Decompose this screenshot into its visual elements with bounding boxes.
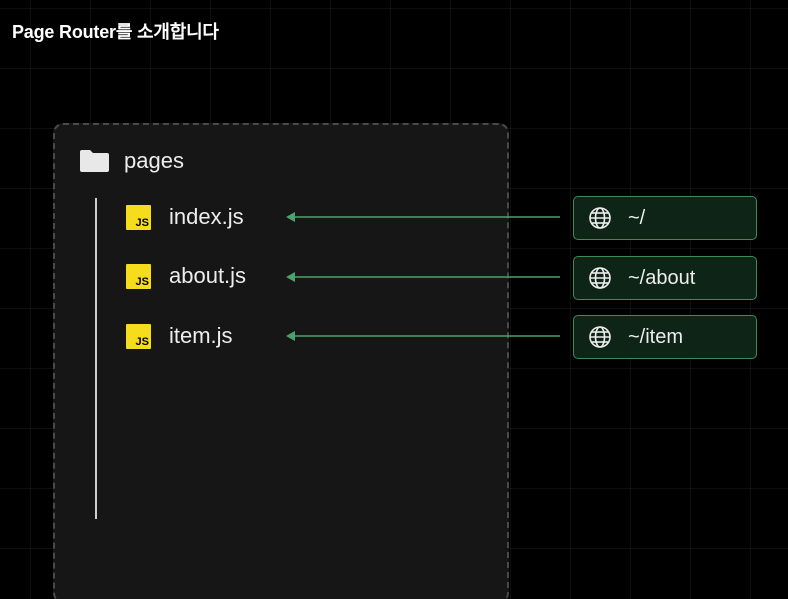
- folder-icon: [79, 149, 110, 173]
- file-index-js: JS index.js: [126, 204, 244, 230]
- route-label: ~/item: [628, 325, 684, 348]
- page-title: Page Router를 소개합니다: [12, 22, 219, 42]
- file-label: index.js: [169, 204, 244, 229]
- route-label: ~/about: [628, 266, 696, 289]
- file-label: about.js: [169, 263, 247, 288]
- route-label: ~/: [628, 206, 646, 229]
- js-icon-text: JS: [135, 216, 149, 229]
- route-about: ~/about: [573, 256, 757, 300]
- file-item-js: JS item.js: [126, 323, 233, 349]
- folder-label: pages: [124, 148, 184, 173]
- pages-folder: pages: [79, 148, 184, 174]
- tree-connector-line: [95, 198, 97, 519]
- pages-folder-panel: [53, 123, 509, 599]
- file-about-js: JS about.js: [126, 263, 246, 289]
- file-label: item.js: [169, 323, 233, 348]
- route-root: ~/: [573, 196, 757, 240]
- diagram-canvas: Page Router를 소개합니다 pages JS index.js JS …: [0, 0, 788, 599]
- globe-icon: [588, 206, 612, 230]
- globe-icon: [588, 266, 612, 290]
- globe-icon: [588, 325, 612, 349]
- js-icon-text: JS: [135, 275, 149, 288]
- js-file-icon: JS: [126, 263, 151, 289]
- js-file-icon: JS: [126, 204, 151, 230]
- js-icon-text: JS: [135, 335, 149, 348]
- js-file-icon: JS: [126, 323, 151, 349]
- route-item: ~/item: [573, 315, 757, 359]
